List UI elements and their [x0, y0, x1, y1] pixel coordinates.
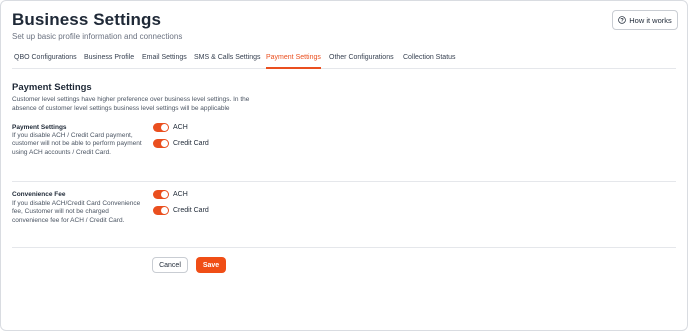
- fee-credit-card-row: Credit Card: [153, 205, 209, 215]
- payment-settings-description: If you disable ACH / Credit Card payment…: [12, 132, 142, 156]
- payment-ach-label: ACH: [173, 123, 188, 131]
- payment-credit-card-row: Credit Card: [153, 138, 209, 148]
- toggle-knob: [161, 206, 168, 214]
- section-title: Payment Settings: [12, 82, 92, 93]
- payment-ach-row: ACH: [153, 122, 188, 132]
- toggle-knob: [161, 190, 168, 198]
- how-it-works-button[interactable]: How it works: [612, 10, 678, 30]
- payment-ach-toggle[interactable]: [153, 122, 169, 132]
- fee-credit-card-label: Credit Card: [173, 206, 209, 214]
- section-description: Customer level settings have higher pref…: [12, 96, 250, 112]
- payment-credit-card-label: Credit Card: [173, 139, 209, 147]
- question-circle-icon: [618, 16, 627, 24]
- tab-qbo-configurations[interactable]: QBO Configurations: [14, 54, 77, 69]
- page-subtitle: Set up basic profile information and con…: [12, 32, 183, 41]
- convenience-fee-label: Convenience Fee: [12, 191, 66, 198]
- cancel-button[interactable]: Cancel: [152, 257, 188, 273]
- tab-sms-calls-settings[interactable]: SMS & Calls Settings: [194, 54, 261, 69]
- divider: [12, 181, 676, 182]
- page-title: Business Settings: [12, 10, 162, 29]
- settings-tabs: QBO Configurations Business Profile Emai…: [12, 54, 676, 69]
- fee-ach-label: ACH: [173, 190, 188, 198]
- fee-ach-toggle[interactable]: [153, 189, 169, 199]
- payment-settings-label: Payment Settings: [12, 124, 67, 131]
- tab-other-configurations[interactable]: Other Configurations: [329, 54, 394, 69]
- convenience-fee-description: If you disable ACH/Credit Card Convenien…: [12, 200, 141, 224]
- fee-ach-row: ACH: [153, 189, 188, 199]
- how-it-works-label: How it works: [629, 15, 672, 25]
- tab-payment-settings[interactable]: Payment Settings: [266, 54, 321, 69]
- tab-collection-status[interactable]: Collection Status: [403, 54, 456, 69]
- payment-credit-card-toggle[interactable]: [153, 138, 169, 148]
- tab-email-settings[interactable]: Email Settings: [142, 54, 187, 69]
- settings-panel: Business Settings Set up basic profile i…: [0, 0, 688, 331]
- divider: [12, 247, 676, 248]
- tab-business-profile[interactable]: Business Profile: [84, 54, 134, 69]
- fee-credit-card-toggle[interactable]: [153, 205, 169, 215]
- save-button[interactable]: Save: [196, 257, 226, 273]
- toggle-knob: [161, 123, 168, 131]
- toggle-knob: [161, 139, 168, 147]
